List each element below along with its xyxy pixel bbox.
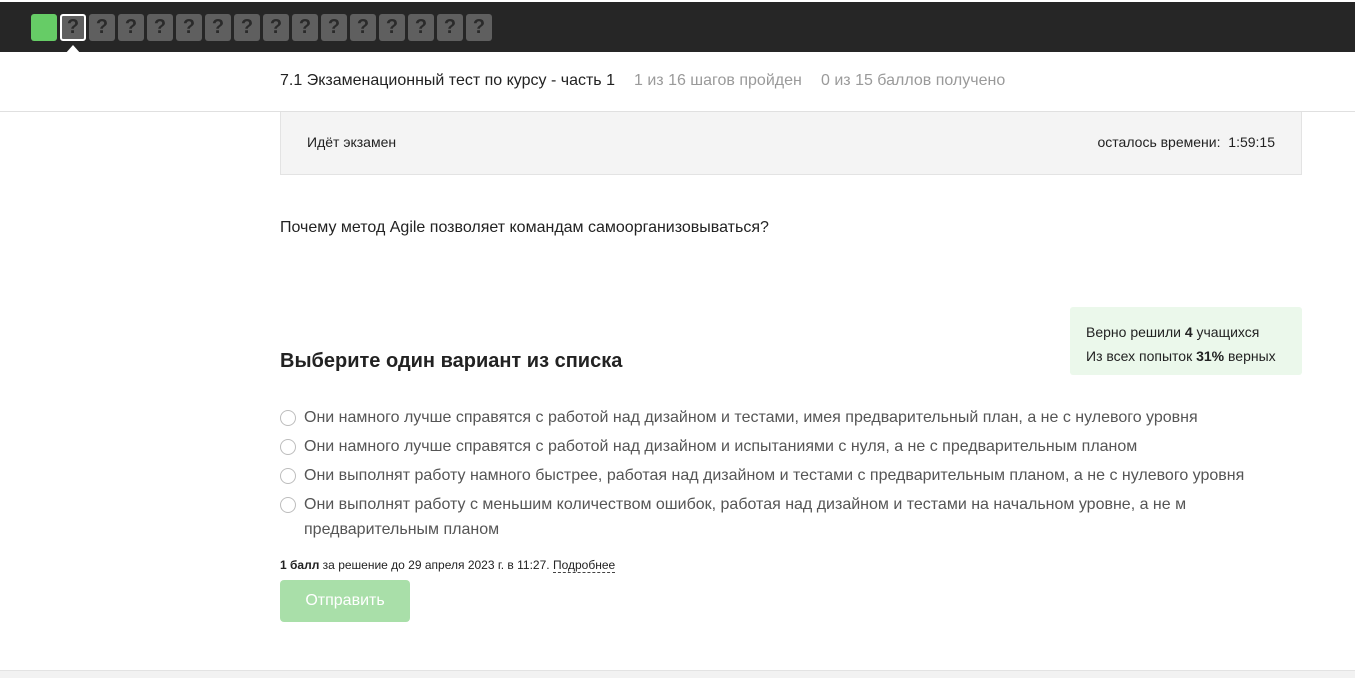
question-mark-icon: ?: [356, 16, 370, 38]
question-mark-icon: ?: [327, 16, 341, 38]
points-info: 1 балл за решение до 29 апреля 2023 г. в…: [280, 558, 616, 573]
answer-option-label[interactable]: Они намного лучше справятся с работой на…: [304, 405, 1198, 430]
radio-button[interactable]: [280, 439, 296, 455]
step-11-button[interactable]: ?: [321, 14, 347, 41]
points-deadline: за решение до 29 апреля 2023 г. в 11:27.: [319, 558, 553, 572]
answer-option[interactable]: Они намного лучше справятся с работой на…: [280, 436, 1280, 459]
step-9-button[interactable]: ?: [263, 14, 289, 41]
attempts-suffix: верных: [1228, 348, 1276, 364]
step-8-button[interactable]: ?: [234, 14, 260, 41]
step-13-button[interactable]: ?: [379, 14, 405, 41]
lesson-header: 7.1 Экзаменационный тест по курсу - част…: [0, 52, 1355, 112]
solved-prefix: Верно решили: [1086, 324, 1181, 340]
points-amount: 1 балл: [280, 558, 320, 572]
step-1-button[interactable]: [31, 14, 57, 41]
question-mark-icon: ?: [95, 16, 109, 38]
answer-options: Они намного лучше справятся с работой на…: [280, 407, 1280, 548]
steps-progress: 1 из 16 шагов пройден: [634, 72, 802, 89]
score-progress: 0 из 15 баллов получено: [821, 72, 1006, 89]
solved-suffix: учащихся: [1196, 324, 1260, 340]
timer-value: 1:59:15: [1228, 134, 1275, 150]
answer-option[interactable]: Они намного лучше справятся с работой на…: [280, 407, 1280, 430]
step-4-button[interactable]: ?: [118, 14, 144, 41]
attempts-percent: 31%: [1196, 348, 1225, 364]
attempts-prefix: Из всех попыток: [1086, 348, 1193, 364]
answer-option[interactable]: Они выполнят работу с меньшим количество…: [280, 494, 1280, 542]
question-mark-icon: ?: [269, 16, 283, 38]
solved-stat: Верно решили 4 учащихся: [1086, 320, 1286, 344]
footer-divider: [0, 670, 1355, 678]
radio-button[interactable]: [280, 468, 296, 484]
exam-status-panel: Идёт экзамен осталось времени: 1:59:15: [280, 112, 1302, 175]
step-7-button[interactable]: ?: [205, 14, 231, 41]
answer-option-label[interactable]: Они выполнят работу с меньшим количество…: [304, 492, 1280, 542]
question-mark-icon: ?: [124, 16, 138, 38]
question-mark-icon: ?: [240, 16, 254, 38]
attempts-stat: Из всех попыток 31% верных: [1086, 344, 1286, 368]
radio-button[interactable]: [280, 497, 296, 513]
solved-count: 4: [1184, 324, 1193, 340]
question-mark-icon: ?: [443, 16, 457, 38]
step-12-button[interactable]: ?: [350, 14, 376, 41]
step-navigation-bar: ? ? ? ? ? ? ? ? ? ? ? ? ? ? ?: [0, 2, 1355, 54]
step-2-button[interactable]: ?: [60, 14, 86, 54]
radio-button[interactable]: [280, 410, 296, 426]
exam-timer: осталось времени: 1:59:15: [1098, 134, 1276, 150]
exam-status: Идёт экзамен: [307, 134, 397, 150]
answer-option-label[interactable]: Они выполнят работу намного быстрее, раб…: [304, 463, 1244, 488]
question-mark-icon: ?: [211, 16, 225, 38]
question-mark-icon: ?: [66, 16, 80, 38]
step-5-button[interactable]: ?: [147, 14, 173, 41]
timer-label: осталось времени:: [1097, 134, 1221, 150]
step-6-button[interactable]: ?: [176, 14, 202, 41]
step-10-button[interactable]: ?: [292, 14, 318, 41]
solve-stats-panel: Верно решили 4 учащихся Из всех попыток …: [1070, 307, 1302, 375]
answer-option-label[interactable]: Они намного лучше справятся с работой на…: [304, 434, 1137, 459]
step-3-button[interactable]: ?: [89, 14, 115, 41]
step-15-button[interactable]: ?: [437, 14, 463, 41]
more-details-link[interactable]: Подробнее: [552, 558, 616, 573]
question-mark-icon: ?: [298, 16, 312, 38]
question-mark-icon: ?: [153, 16, 167, 38]
question-mark-icon: ?: [182, 16, 196, 38]
question-text: Почему метод Agile позволяет командам са…: [280, 219, 769, 236]
lesson-title[interactable]: 7.1 Экзаменационный тест по курсу - част…: [280, 72, 615, 90]
choice-heading: Выберите один вариант из списка: [280, 350, 623, 372]
step-list: ? ? ? ? ? ? ? ? ? ? ? ? ? ? ?: [31, 14, 495, 54]
answer-option[interactable]: Они выполнят работу намного быстрее, раб…: [280, 465, 1280, 488]
submit-button[interactable]: Отправить: [280, 580, 410, 622]
question-mark-icon: ?: [414, 16, 428, 38]
step-14-button[interactable]: ?: [408, 14, 434, 41]
step-16-button[interactable]: ?: [466, 14, 492, 41]
question-mark-icon: ?: [472, 16, 486, 38]
question-mark-icon: ?: [385, 16, 399, 38]
